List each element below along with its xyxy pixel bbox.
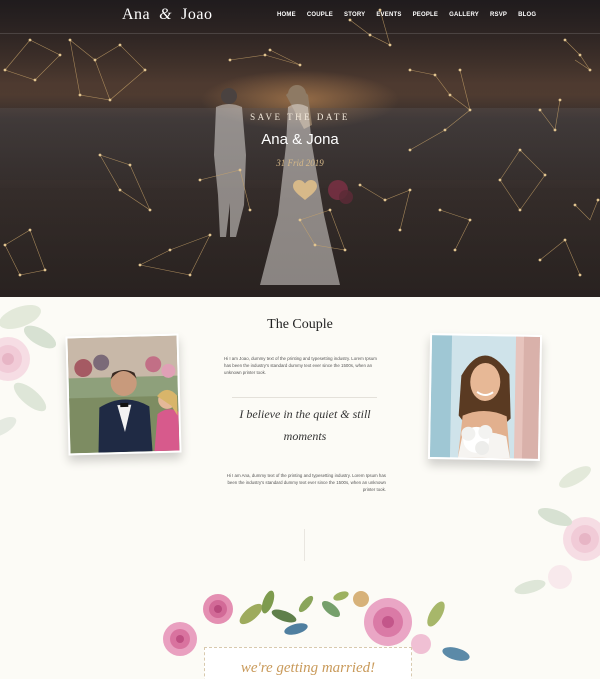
wedding-announcement-card: we're getting married! [204, 647, 412, 679]
hero-section: Ana & Joao HOME COUPLE STORY EVENTS PEOPLE… [0, 0, 600, 297]
hero-wedding-date: 31 Frid 2019 [276, 158, 324, 168]
couple-section: The Couple Hi I am Joao, dummy text of t… [0, 297, 600, 679]
logo-second-name: Joao [181, 6, 213, 23]
menu-item-home[interactable]: HOME [277, 12, 296, 18]
couple-quote: I believe in the quiet & still moments [239, 407, 371, 443]
logo-ampersand: & [159, 6, 173, 23]
menu-item-people[interactable]: PEOPLE [413, 12, 439, 18]
constellation-overlay [3, 8, 600, 277]
menu-item-events[interactable]: EVENTS [376, 12, 401, 18]
quote-divider [232, 397, 377, 398]
section-vertical-divider [304, 529, 305, 561]
logo-first-name: Ana [122, 6, 151, 23]
groom-photo[interactable] [65, 333, 182, 456]
groom-bio-text: Hi I am Joao, dummy text of the printing… [224, 356, 377, 375]
menu-item-story[interactable]: STORY [344, 12, 365, 18]
menu-item-blog[interactable]: BLOG [518, 12, 536, 18]
save-the-date-label: SAVE THE DATE [250, 112, 350, 122]
floral-decoration-right [514, 466, 600, 595]
bride-photo-image [429, 335, 541, 459]
couple-section-title: The Couple [267, 317, 333, 332]
groom-photo-image [67, 335, 180, 454]
hero-couple-names: Ana & Jona [261, 131, 339, 148]
heart-icon [293, 180, 317, 200]
main-menu: HOME COUPLE STORY EVENTS PEOPLE GALLERY … [277, 12, 547, 18]
menu-item-couple[interactable]: COUPLE [307, 12, 333, 18]
site-logo[interactable]: Ana & Joao [122, 6, 212, 24]
menu-item-rsvp[interactable]: RSVP [490, 12, 507, 18]
getting-married-text: we're getting married! [240, 660, 376, 676]
menu-item-gallery[interactable]: GALLERY [449, 12, 479, 18]
bride-photo[interactable] [427, 333, 543, 461]
top-navigation: Ana & Joao HOME COUPLE STORY EVENTS PEOPLE… [0, 0, 600, 34]
bride-bio-text: Hi I am Ana, dummy text of the printing … [226, 473, 386, 492]
